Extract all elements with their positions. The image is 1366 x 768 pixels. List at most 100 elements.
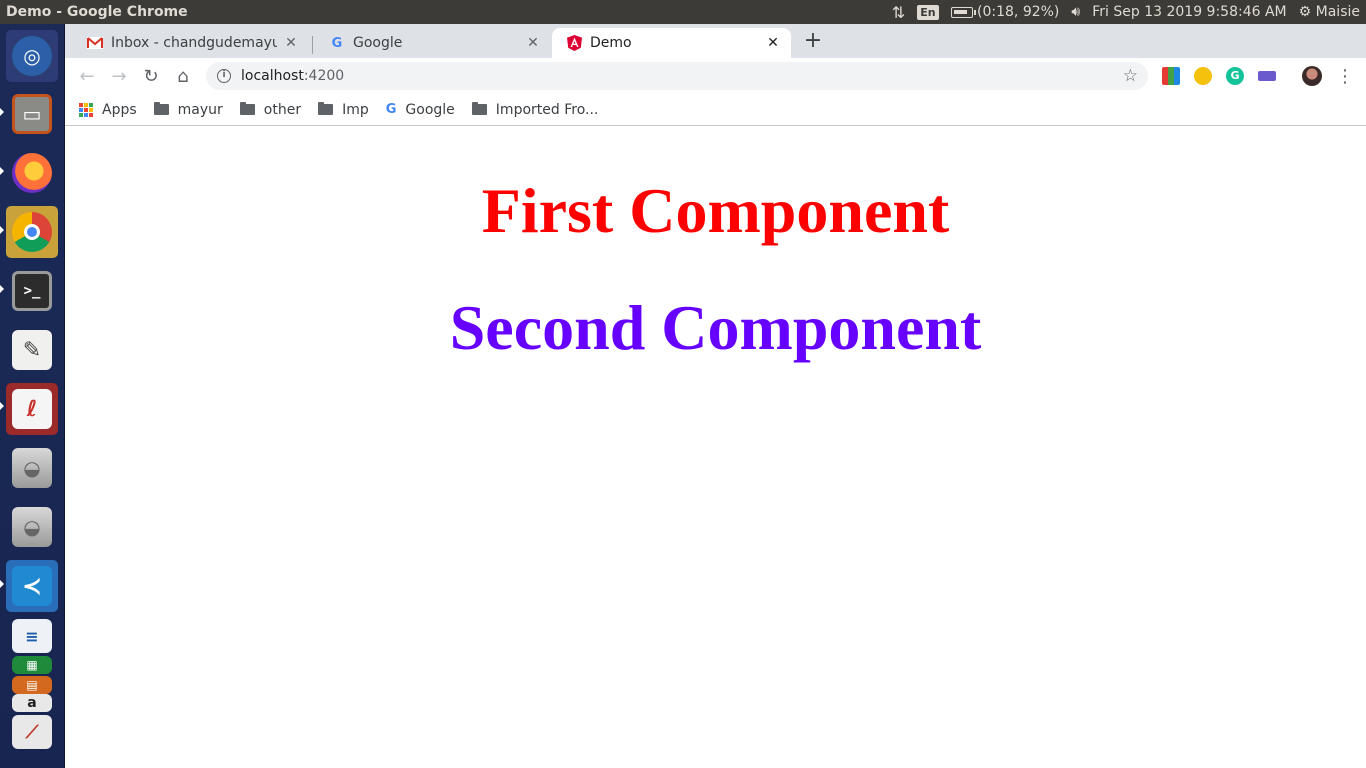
launcher-drive[interactable]: ◒ <box>6 501 58 553</box>
launcher-firefox[interactable] <box>6 147 58 199</box>
keyboard-extension-icon[interactable] <box>1258 71 1276 81</box>
tab-demo[interactable]: Demo ✕ <box>552 28 791 58</box>
clock[interactable]: Fri Sep 13 2019 9:58:46 AM <box>1092 4 1286 20</box>
launcher-text-editor[interactable]: ✎ <box>6 324 58 376</box>
keyboard-layout-indicator[interactable]: En <box>917 4 939 20</box>
bookmark-google[interactable]: G Google <box>386 102 455 118</box>
chrome-menu-button[interactable]: ⋮ <box>1331 62 1359 90</box>
home-icon: ⌂ <box>177 65 189 87</box>
bookmark-apps[interactable]: Apps <box>79 102 137 118</box>
top-panel: Demo - Google Chrome ⇅ En (0:18, 92%) 🔊︎… <box>0 0 1366 24</box>
browser-window: Inbox - chandgudemayur5 ✕ G Google ✕ Dem… <box>65 24 1366 768</box>
launcher-document-viewer[interactable]: ℓ <box>6 383 58 435</box>
angular-icon <box>566 35 582 51</box>
bookmark-label: Imported Fro... <box>495 101 599 118</box>
launcher-terminal[interactable]: >_ <box>6 265 58 317</box>
launcher-vscode[interactable]: ≺ <box>6 560 58 612</box>
first-component-heading: First Component <box>481 175 950 246</box>
vscode-icon: ≺ <box>12 566 52 606</box>
arrow-right-icon: → <box>111 65 127 87</box>
forward-button[interactable]: → <box>105 62 133 90</box>
running-indicator <box>0 285 4 293</box>
amazon-icon: a <box>12 694 52 712</box>
network-icon[interactable]: ⇅ <box>892 3 905 22</box>
tab-label: Inbox - chandgudemayur5 <box>111 35 277 51</box>
running-indicator <box>0 167 4 175</box>
session-menu[interactable]: ⚙ Maisie <box>1299 4 1360 20</box>
folder-icon <box>239 102 255 115</box>
launcher-files[interactable]: ▭ <box>6 88 58 140</box>
volume-icon[interactable]: 🔊︎ <box>1071 4 1080 20</box>
url-host: localhost <box>241 68 304 84</box>
home-button[interactable]: ⌂ <box>169 62 197 90</box>
folder-icon <box>153 102 169 115</box>
battery-indicator[interactable]: (0:18, 92%) <box>950 4 1060 20</box>
reload-button[interactable]: ↻ <box>137 62 165 90</box>
launcher-amazon[interactable]: a <box>6 692 58 714</box>
colorpick-extension-icon[interactable] <box>1162 67 1180 85</box>
running-indicator <box>0 226 4 234</box>
tab-divider <box>312 36 313 54</box>
second-component-heading: Second Component <box>449 292 982 363</box>
calc-icon: ▦ <box>12 656 52 674</box>
window-title: Demo - Google Chrome <box>6 4 188 20</box>
toolbar: ← → ↻ ⌂ i localhost:4200 ☆ G ⋮ <box>65 58 1366 94</box>
google-icon: G <box>331 35 343 51</box>
gear-icon: ⚙ <box>1298 4 1312 20</box>
tab-strip: Inbox - chandgudemayur5 ✕ G Google ✕ Dem… <box>65 24 1366 58</box>
bookmark-folder-mayur[interactable]: mayur <box>153 101 223 118</box>
writer-icon: ≡ <box>12 619 52 653</box>
page-content: First Component Second Component <box>65 127 1366 768</box>
reload-icon: ↻ <box>143 65 159 87</box>
ubuntu-icon: ◎ <box>12 36 52 76</box>
firefox-icon <box>12 153 52 193</box>
more-vert-icon: ⋮ <box>1336 65 1354 87</box>
close-icon[interactable]: ✕ <box>283 35 299 51</box>
bookmark-label: Imp <box>342 101 369 118</box>
apps-icon <box>79 102 93 117</box>
document-viewer-icon: ℓ <box>12 389 52 429</box>
close-icon[interactable]: ✕ <box>765 35 781 51</box>
username: Maisie <box>1315 4 1360 20</box>
address-bar[interactable]: i localhost:4200 ☆ <box>206 62 1148 90</box>
bookmark-label: other <box>263 101 302 118</box>
bookmark-folder-other[interactable]: other <box>239 101 302 118</box>
new-tab-button[interactable]: + <box>800 30 826 54</box>
chrome-icon <box>12 212 52 252</box>
running-indicator <box>0 402 4 410</box>
system-indicators: ⇅ En (0:18, 92%) 🔊︎ Fri Sep 13 2019 9:58… <box>892 3 1366 22</box>
launcher-chrome[interactable] <box>6 206 58 258</box>
bookmark-star-icon[interactable]: ☆ <box>1123 66 1138 86</box>
launcher-calc[interactable]: ▦ <box>6 654 58 676</box>
folder-icon <box>471 102 487 115</box>
battery-text: (0:18, 92%) <box>977 4 1060 20</box>
bookmark-folder-imported[interactable]: Imported Fro... <box>471 101 599 118</box>
grammarly-extension-icon[interactable]: G <box>1226 67 1244 85</box>
launcher-dash[interactable]: ◎ <box>6 30 58 82</box>
bookmark-folder-imp[interactable]: Imp <box>318 102 369 118</box>
tab-google[interactable]: G Google ✕ <box>315 28 551 58</box>
arrow-left-icon: ← <box>79 65 95 87</box>
battery-icon <box>950 6 976 18</box>
launcher-drive[interactable]: ◒ <box>6 442 58 494</box>
text-editor-icon: ✎ <box>12 330 52 370</box>
close-icon[interactable]: ✕ <box>525 35 541 51</box>
gmail-icon <box>87 35 103 51</box>
running-indicator <box>0 108 4 116</box>
running-indicator <box>0 580 4 588</box>
profile-avatar[interactable] <box>1302 66 1322 86</box>
google-icon: G <box>385 102 397 117</box>
launcher-writer[interactable]: ≡ <box>6 616 58 656</box>
launcher: ◎ ▭ >_ ✎ ℓ ◒ ◒ ≺ ≡ ▦ ▤ a ⟋ <box>0 24 65 768</box>
bookmark-label: mayur <box>177 101 223 118</box>
tab-label: Demo <box>590 35 632 51</box>
launcher-draw[interactable]: ⟋ <box>6 712 58 752</box>
files-icon: ▭ <box>12 94 52 134</box>
back-button[interactable]: ← <box>73 62 101 90</box>
tab-inbox[interactable]: Inbox - chandgudemayur5 ✕ <box>73 28 309 58</box>
info-icon[interactable]: i <box>217 69 231 83</box>
url-port: :4200 <box>303 68 345 84</box>
terminal-icon: >_ <box>12 271 52 311</box>
drive-icon: ◒ <box>12 507 52 547</box>
moon-extension-icon[interactable] <box>1194 67 1212 85</box>
